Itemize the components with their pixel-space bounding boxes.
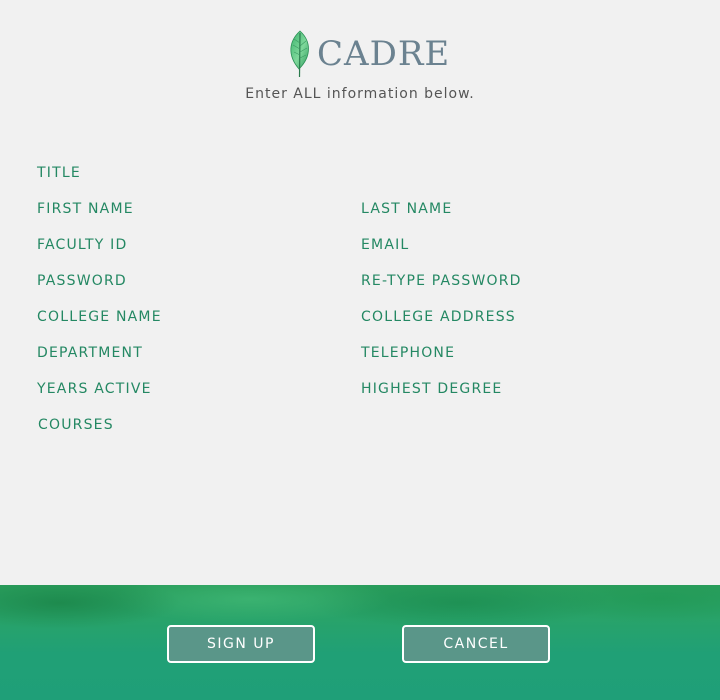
leaf-icon <box>285 29 315 79</box>
page-subtitle: Enter ALL information below. <box>245 86 475 102</box>
telephone-field-label: TELEPHONE <box>361 345 456 361</box>
highest-degree-field-label: HIGHEST DEGREE <box>361 381 503 397</box>
header: CADRE Enter ALL information below. <box>0 0 720 110</box>
logo-text: CADRE <box>317 34 451 74</box>
first-name-field-label: FIRST NAME <box>37 201 134 217</box>
email-field-label: EMAIL <box>361 237 410 253</box>
last-name-field-label: LAST NAME <box>361 201 453 217</box>
password-field-label: PASSWORD <box>37 273 127 289</box>
years-active-field-label: YEARS ACTIVE <box>37 381 152 397</box>
faculty-id-field-label: FACULTY ID <box>37 237 128 253</box>
courses-field-label: COURSES <box>38 417 114 433</box>
title-field-label: TITLE <box>37 165 81 181</box>
retype-password-field-label: RE-TYPE PASSWORD <box>361 273 522 289</box>
sign-up-button[interactable]: SIGN UP <box>167 625 315 663</box>
college-name-field-label: COLLEGE NAME <box>37 309 162 325</box>
department-field-label: DEPARTMENT <box>37 345 143 361</box>
footer-bar: SIGN UP CANCEL <box>0 585 720 700</box>
cancel-button[interactable]: CANCEL <box>402 625 550 663</box>
logo: CADRE <box>285 28 450 80</box>
college-address-field-label: COLLEGE ADDRESS <box>361 309 516 325</box>
